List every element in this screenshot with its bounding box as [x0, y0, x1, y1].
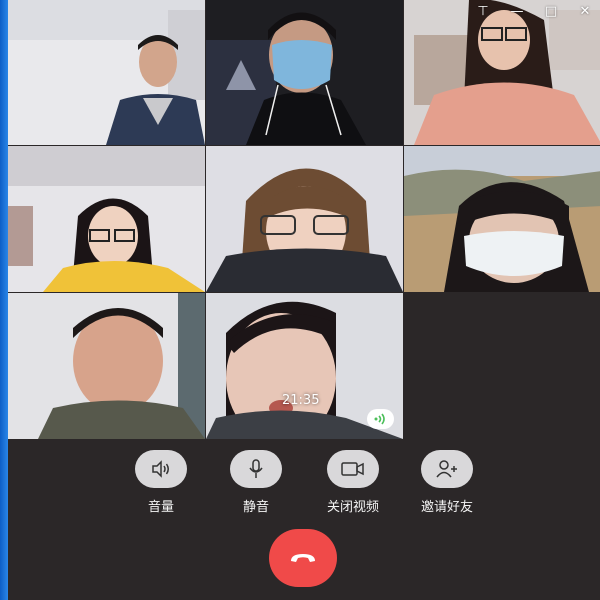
volume-label: 音量: [147, 500, 174, 515]
volume-button[interactable]: 音量: [116, 450, 206, 515]
participant-video-tile[interactable]: [8, 146, 205, 292]
hang-up-button[interactable]: [269, 529, 337, 587]
participant-video: [8, 293, 205, 439]
pin-icon[interactable]: ⊤: [476, 4, 490, 19]
window-left-border: [0, 0, 8, 600]
participant-video-tile[interactable]: [206, 0, 403, 145]
participant-video-tile[interactable]: [404, 0, 600, 145]
window-controls: ⊤ — □ ✕: [476, 4, 592, 19]
participant-video-tile[interactable]: [404, 146, 600, 292]
add-person-icon: [436, 460, 457, 478]
mute-button[interactable]: 静音: [211, 450, 301, 515]
empty-video-slot: [404, 293, 600, 439]
participant-video: [8, 0, 205, 145]
participant-video-tile[interactable]: [8, 293, 205, 439]
video-camera-icon: [341, 462, 364, 476]
turn-off-video-button[interactable]: 关闭视频: [308, 450, 398, 515]
close-icon[interactable]: ✕: [578, 4, 592, 19]
invite-friends-label: 邀请好友: [420, 500, 473, 515]
participant-video-grid: [8, 0, 600, 439]
mute-label: 静音: [242, 500, 269, 515]
participant-video: [206, 146, 403, 292]
phone-hangup-icon: [291, 554, 315, 562]
minimize-icon[interactable]: —: [510, 4, 524, 19]
participant-video-tile[interactable]: [8, 0, 205, 145]
participant-video: [8, 146, 205, 292]
participant-video-tile[interactable]: [206, 146, 403, 292]
invite-friends-button[interactable]: 邀请好友: [402, 450, 492, 515]
speaking-indicator-icon: [367, 409, 394, 429]
call-controls: 音量 静音 关闭视频 邀请好友: [8, 450, 600, 515]
turn-off-video-label: 关闭视频: [326, 500, 379, 515]
maximize-icon[interactable]: □: [544, 4, 558, 19]
call-timer: 21:35: [282, 393, 320, 408]
participant-video: [206, 0, 403, 145]
participant-video: [404, 146, 600, 292]
participant-video: [404, 0, 600, 145]
video-call-window: ⊤ — □ ✕ 21:35 音量 静音 关闭视频 邀请好友: [8, 0, 600, 600]
speaker-icon: [152, 460, 169, 478]
microphone-icon: [249, 459, 263, 478]
